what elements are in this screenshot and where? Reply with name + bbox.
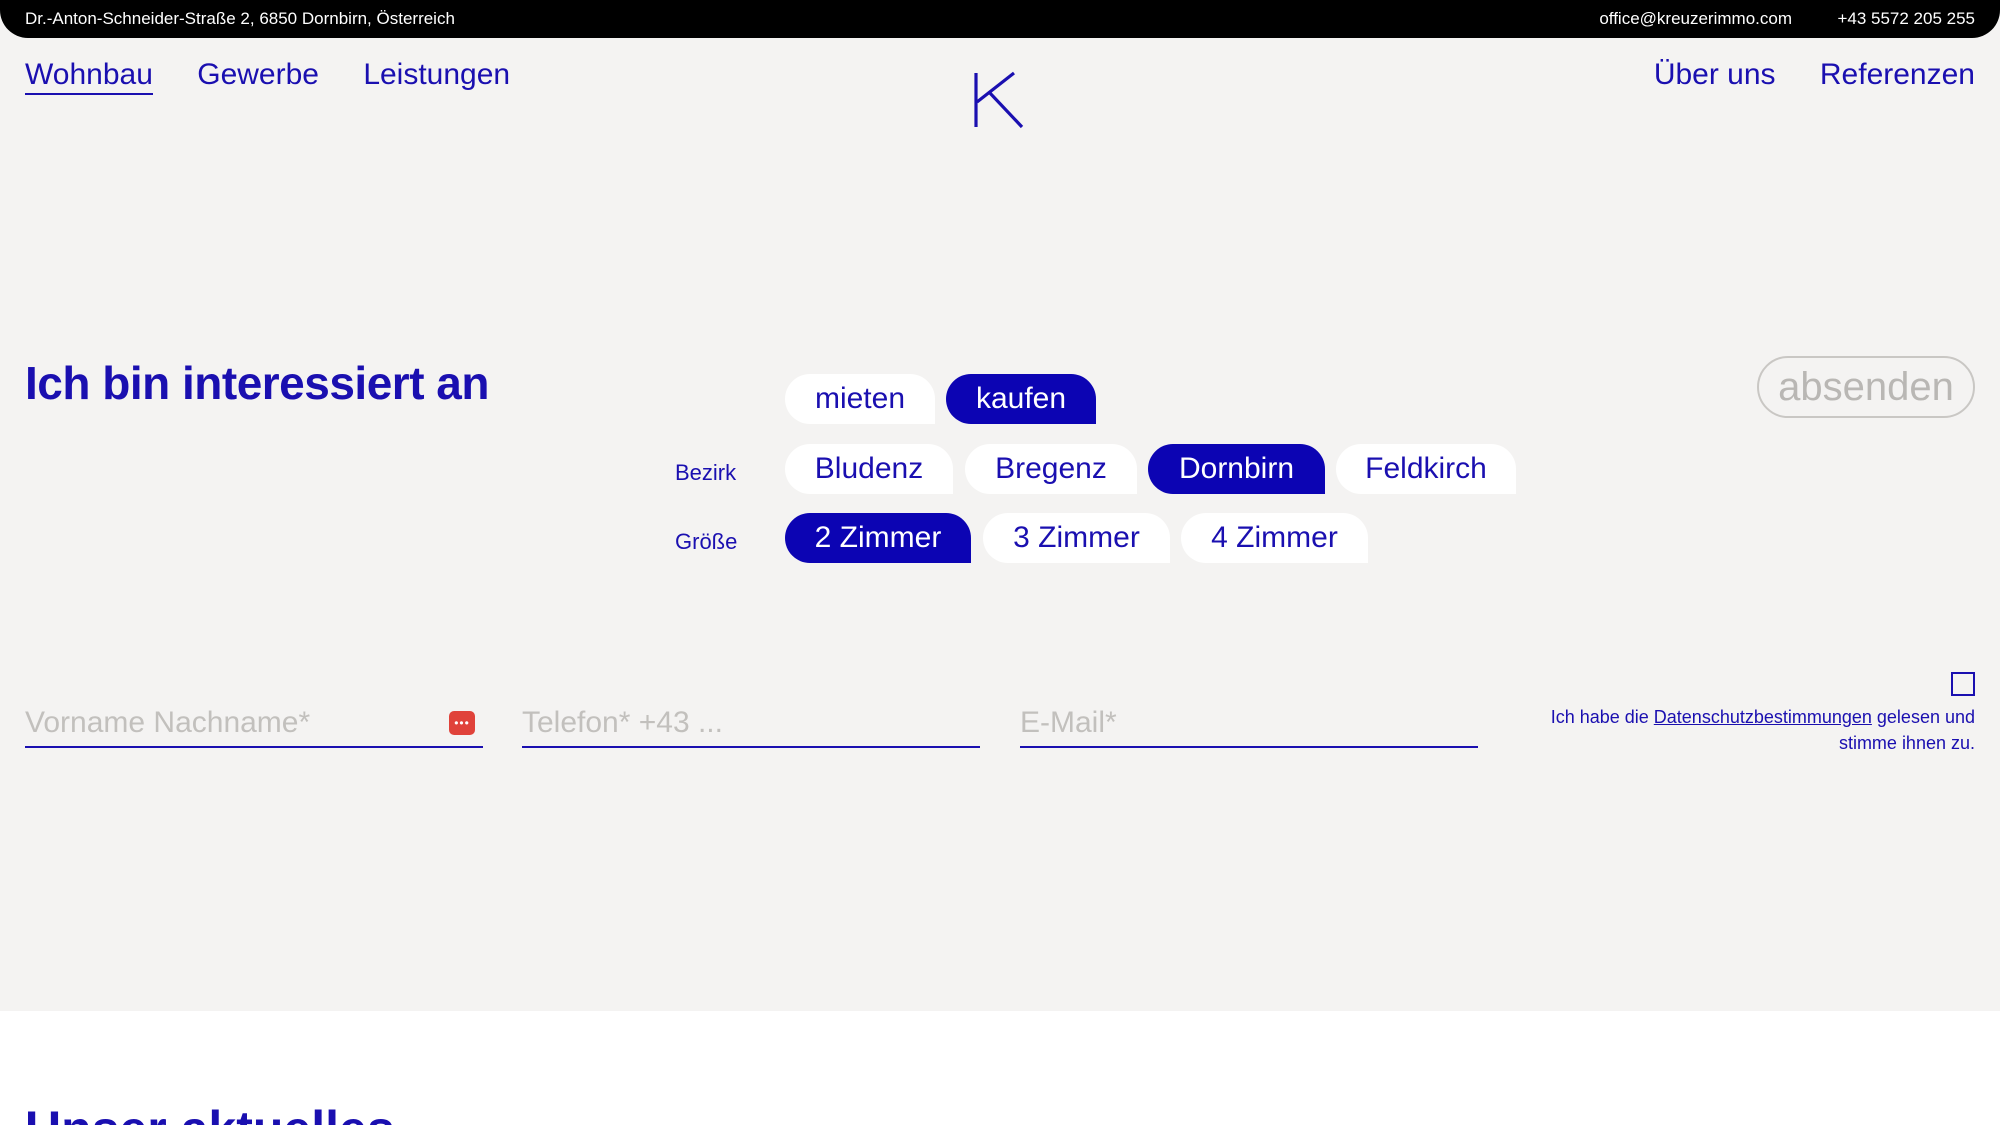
groesse-label: Größe (675, 529, 738, 554)
chip-feldkirch[interactable]: Feldkirch (1336, 444, 1516, 494)
address-text: Dr.-Anton-Schneider-Straße 2, 6850 Dornb… (25, 9, 455, 28)
next-section-heading: Unser aktuelles (25, 1100, 395, 1125)
main-nav-left: Wohnbau Gewerbe Leistungen (25, 58, 546, 95)
email-field (1020, 700, 1478, 748)
form-section (0, 0, 2000, 1011)
nav-item-wohnbau[interactable]: Wohnbau (25, 58, 153, 95)
chip-dornbirn[interactable]: Dornbirn (1148, 444, 1325, 494)
name-field: ••• (25, 700, 483, 748)
email-link[interactable]: office@kreuzerimmo.com (1599, 9, 1792, 29)
bezirk-label: Bezirk (675, 460, 737, 485)
phone-input[interactable] (522, 700, 980, 746)
phone-link[interactable]: +43 5572 205 255 (1837, 9, 1975, 29)
chip-4-zimmer[interactable]: 4 Zimmer (1181, 513, 1368, 563)
nav-item-leistungen[interactable]: Leistungen (363, 58, 510, 92)
chip-3-zimmer[interactable]: 3 Zimmer (983, 513, 1170, 563)
phone-field (522, 700, 980, 748)
privacy-policy-link[interactable]: Datenschutzbestimmungen (1654, 707, 1872, 727)
consent-text: Ich habe die Datenschutzbestimmungen gel… (1535, 704, 1975, 756)
nav-item-ueber-uns[interactable]: Über uns (1654, 58, 1776, 92)
name-input[interactable] (25, 700, 483, 746)
top-info-bar: Dr.-Anton-Schneider-Straße 2, 6850 Dornb… (0, 0, 2000, 38)
password-manager-icon[interactable]: ••• (449, 711, 475, 735)
logo-k-icon[interactable] (970, 55, 1030, 135)
nav-item-gewerbe[interactable]: Gewerbe (197, 58, 319, 92)
chip-mieten[interactable]: mieten (785, 374, 935, 424)
chip-2-zimmer[interactable]: 2 Zimmer (785, 513, 971, 563)
email-input[interactable] (1020, 700, 1478, 746)
consent-prefix: Ich habe die (1550, 707, 1654, 727)
chip-bludenz[interactable]: Bludenz (785, 444, 953, 494)
main-nav-right: Über uns Referenzen (1618, 58, 1975, 92)
consent-checkbox[interactable] (1951, 672, 1975, 696)
chip-kaufen[interactable]: kaufen (946, 374, 1096, 424)
nav-item-referenzen[interactable]: Referenzen (1820, 58, 1975, 92)
submit-button[interactable]: absenden (1757, 356, 1975, 418)
chip-bregenz[interactable]: Bregenz (965, 444, 1137, 494)
form-headline: Ich bin interessiert an (25, 357, 489, 409)
